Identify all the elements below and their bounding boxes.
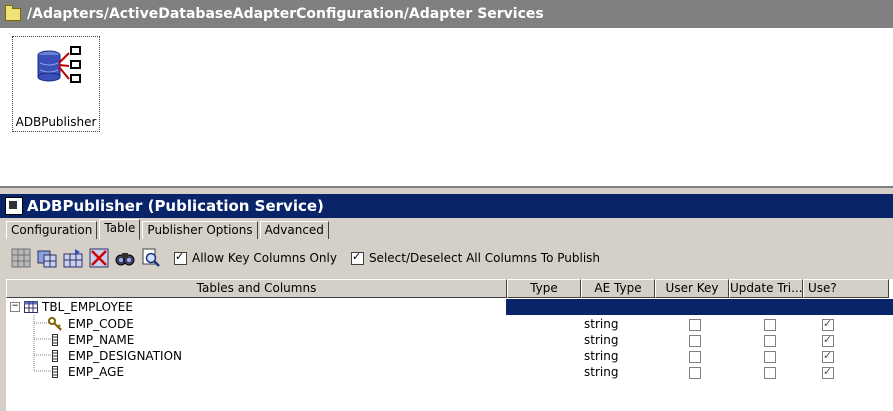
update-trigger-checkbox[interactable] bbox=[764, 335, 776, 347]
column-icon bbox=[52, 334, 58, 346]
row-selection-highlight bbox=[506, 299, 893, 315]
service-item-label: ADBPublisher bbox=[15, 115, 97, 129]
user-key-checkbox[interactable] bbox=[689, 367, 701, 379]
update-trigger-checkbox[interactable] bbox=[764, 319, 776, 331]
table-edit-icon bbox=[63, 249, 83, 268]
database-publisher-icon bbox=[37, 46, 81, 83]
add-table-button[interactable] bbox=[36, 247, 58, 269]
column-name: EMP_AGE bbox=[68, 365, 125, 379]
column-header-ae-type[interactable]: AE Type bbox=[581, 279, 655, 298]
service-icon bbox=[5, 197, 23, 215]
add-table-icon bbox=[37, 250, 57, 268]
grid-icon bbox=[11, 248, 31, 268]
column-ae-type: string bbox=[584, 365, 619, 379]
select-all-columns-label: Select/Deselect All Columns To Publish bbox=[368, 251, 601, 265]
user-key-checkbox[interactable] bbox=[689, 335, 701, 347]
use-checkbox[interactable] bbox=[822, 364, 834, 380]
find-button[interactable] bbox=[114, 247, 136, 269]
folder-icon bbox=[5, 4, 21, 21]
key-icon bbox=[48, 317, 62, 331]
column-header-user-key[interactable]: User Key bbox=[655, 279, 729, 298]
panel-title: ADBPublisher (Publication Service) bbox=[27, 197, 324, 215]
delete-table-button[interactable] bbox=[88, 247, 110, 269]
path-title: /Adapters/ActiveDatabaseAdapterConfigura… bbox=[27, 6, 544, 22]
table-row[interactable]: EMP_AGE string bbox=[6, 364, 893, 380]
column-name: EMP_CODE bbox=[68, 317, 134, 331]
column-icon bbox=[52, 350, 58, 362]
column-ae-type: string bbox=[584, 317, 619, 331]
grid-header: Tables and Columns Type AE Type User Key… bbox=[6, 279, 889, 298]
tab-advanced[interactable]: Advanced bbox=[259, 221, 329, 239]
column-icon bbox=[52, 366, 58, 378]
tab-strip: Configuration Table Publisher Options Ad… bbox=[6, 219, 331, 240]
use-checkbox[interactable] bbox=[822, 348, 834, 364]
column-header-type[interactable]: Type bbox=[507, 279, 581, 298]
tab-configuration[interactable]: Configuration bbox=[6, 221, 98, 239]
column-header-update-trigger[interactable]: Update Tri... bbox=[729, 279, 803, 298]
collapse-toggle-icon[interactable]: − bbox=[10, 302, 20, 312]
table-toolbar: Allow Key Columns Only Select/Deselect A… bbox=[10, 246, 600, 270]
allow-key-columns-label: Allow Key Columns Only bbox=[192, 251, 337, 265]
use-checkbox[interactable] bbox=[822, 332, 834, 348]
update-trigger-checkbox[interactable] bbox=[764, 351, 776, 363]
table-row[interactable]: − TBL_EMPLOYEE bbox=[6, 299, 893, 315]
use-checkbox[interactable] bbox=[822, 316, 834, 332]
binoculars-icon bbox=[115, 253, 135, 266]
user-key-checkbox[interactable] bbox=[689, 319, 701, 331]
update-trigger-checkbox[interactable] bbox=[764, 367, 776, 379]
panel-title-bar: ADBPublisher (Publication Service) bbox=[0, 194, 893, 218]
magnifier-icon bbox=[142, 248, 160, 267]
column-name: EMP_DESIGNATION bbox=[68, 349, 182, 363]
preview-button[interactable] bbox=[140, 247, 162, 269]
adapter-services-pane: ADBPublisher bbox=[0, 28, 893, 188]
column-header-tables[interactable]: Tables and Columns bbox=[6, 279, 507, 298]
allow-key-columns-checkbox[interactable] bbox=[174, 250, 187, 265]
tab-table[interactable]: Table bbox=[99, 219, 141, 240]
select-all-columns-checkbox[interactable] bbox=[350, 250, 364, 265]
edit-table-button[interactable] bbox=[62, 247, 84, 269]
path-title-bar: /Adapters/ActiveDatabaseAdapterConfigura… bbox=[0, 0, 893, 28]
table-icon bbox=[24, 301, 38, 313]
columns-grid: Tables and Columns Type AE Type User Key… bbox=[6, 279, 893, 411]
tab-publisher-options[interactable]: Publisher Options bbox=[142, 221, 258, 239]
column-header-use[interactable]: Use? bbox=[803, 279, 889, 298]
column-ae-type: string bbox=[584, 349, 619, 363]
table-row[interactable]: EMP_NAME string bbox=[6, 332, 893, 348]
delete-table-icon bbox=[89, 248, 109, 268]
column-name: EMP_NAME bbox=[68, 333, 135, 347]
grid-table-button[interactable] bbox=[10, 247, 32, 269]
column-ae-type: string bbox=[584, 333, 619, 347]
table-row[interactable]: EMP_CODE string bbox=[6, 316, 893, 332]
table-name: TBL_EMPLOYEE bbox=[42, 300, 133, 314]
table-row[interactable]: EMP_DESIGNATION string bbox=[6, 348, 893, 364]
service-item-adbpublisher[interactable]: ADBPublisher bbox=[12, 36, 100, 132]
user-key-checkbox[interactable] bbox=[689, 351, 701, 363]
